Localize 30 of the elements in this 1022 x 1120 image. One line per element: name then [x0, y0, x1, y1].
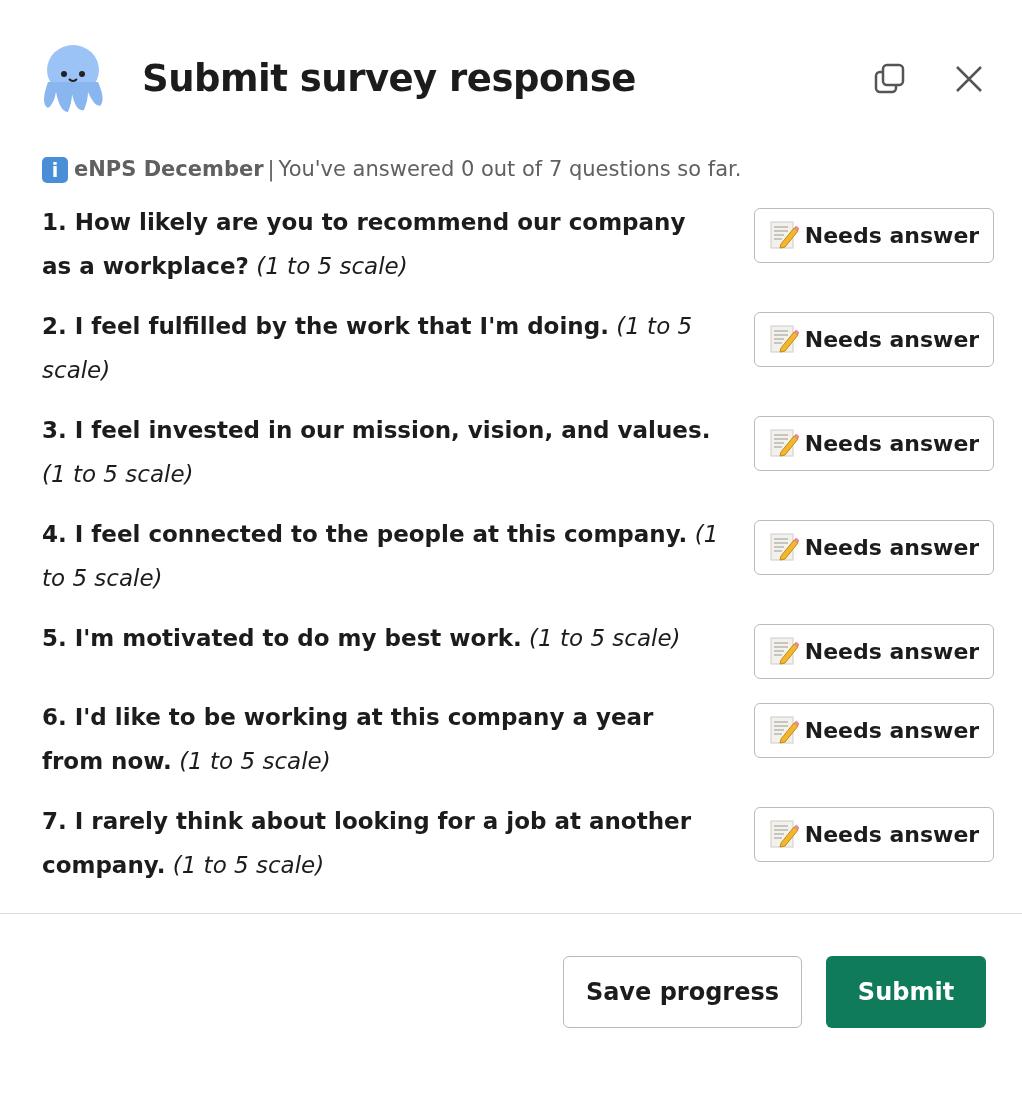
survey-name: eNPS December [74, 156, 264, 183]
needs-answer-button[interactable]: Needs answer [754, 623, 994, 679]
dialog-title: Submit survey response [142, 56, 636, 103]
question-text: 6. I'd like to be working at this company a year from now. (1 to 5 scale) [42, 702, 655, 776]
question-text: 4. I feel connected to the people at this company. (1 to 5 scale) [42, 519, 720, 593]
question-text: 1. How likely are you to recommend our company as a workplace? (1 to 5 scale) [42, 207, 687, 281]
save-progress-button[interactable]: Save progress [562, 955, 802, 1028]
needs-answer-button[interactable]: Needs answer [754, 702, 994, 758]
needs-answer-button[interactable]: Needs answer [754, 806, 994, 862]
needs-answer-button[interactable]: Needs answer [754, 415, 994, 471]
question-text: 5. I'm motivated to do my best work. (1 to 5 scale) [42, 623, 682, 653]
memo-pencil-icon [768, 715, 799, 745]
info-icon: i [42, 156, 68, 183]
memo-pencil-icon [768, 324, 799, 354]
close-button[interactable] [954, 64, 984, 94]
question-text: 3. I feel invested in our mission, vision, and values. (1 to 5 scale) [42, 415, 712, 489]
question-text: 2. I feel fulfilled by the work that I'm doing. (1 to 5 scale) [42, 311, 694, 385]
memo-pencil-icon [768, 428, 799, 458]
pop-out-button[interactable] [874, 63, 906, 95]
needs-answer-button[interactable]: Needs answer [754, 519, 994, 575]
memo-pencil-icon [768, 532, 799, 562]
needs-answer-button[interactable]: Needs answer [754, 311, 994, 367]
memo-pencil-icon [768, 220, 799, 250]
needs-answer-button[interactable]: Needs answer [754, 207, 994, 263]
submit-button[interactable]: Submit [826, 955, 986, 1028]
progress-text: You've answered 0 out of 7 questions so far. [278, 156, 742, 183]
question-text: 7. I rarely think about looking for a job at another company. (1 to 5 scale) [42, 806, 692, 880]
memo-pencil-icon [768, 819, 799, 849]
memo-pencil-icon [768, 636, 799, 666]
separator: | [267, 156, 275, 184]
